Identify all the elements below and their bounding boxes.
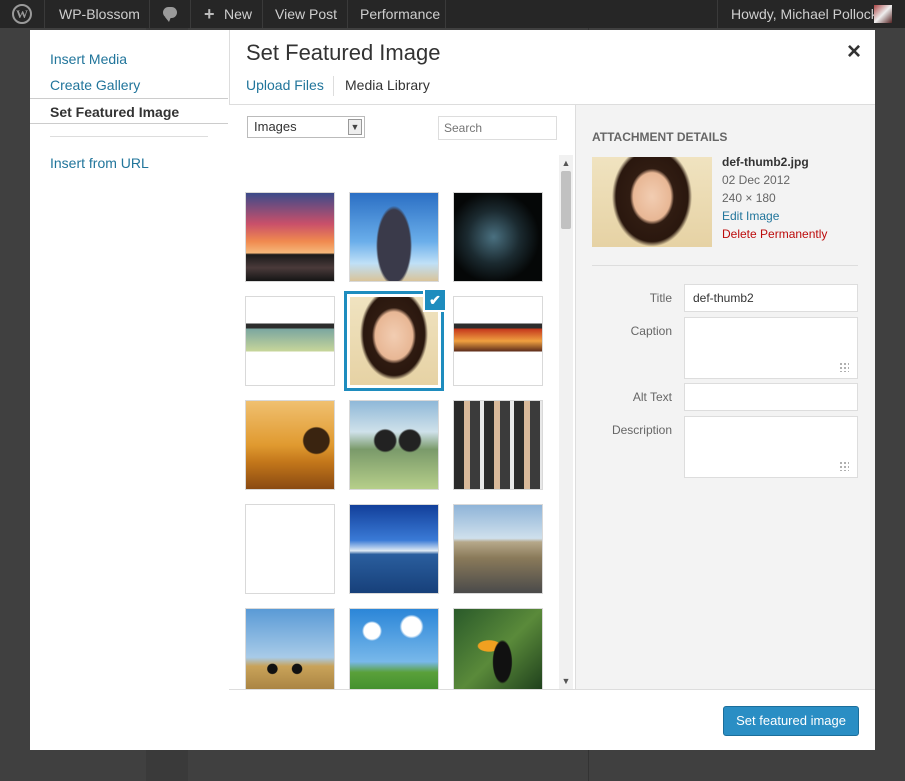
resize-grip-icon[interactable]	[839, 461, 849, 471]
media-menu: Insert Media Create Gallery Set Featured…	[30, 30, 230, 750]
description-field[interactable]	[684, 416, 858, 478]
attachments-scrollbar[interactable]: ▲ ▼	[559, 155, 573, 689]
scroll-thumb[interactable]	[561, 171, 571, 229]
plus-icon: +	[204, 4, 215, 24]
attachment-dimensions: 240 × 180	[722, 191, 776, 205]
admin-bar-new[interactable]: New	[224, 0, 252, 28]
resize-grip-icon[interactable]	[839, 362, 849, 372]
search-input[interactable]	[438, 116, 557, 140]
admin-bar-greeting[interactable]: Howdy, Michael Pollock	[731, 0, 878, 28]
caption-field[interactable]	[684, 317, 858, 379]
attachment-details-sidebar: ATTACHMENT DETAILS def-thumb2.jpg 02 Dec…	[575, 105, 875, 689]
tab-upload-files[interactable]: Upload Files	[246, 77, 324, 93]
admin-bar-separator	[347, 0, 348, 28]
media-toolbar: Set featured image	[229, 689, 875, 750]
binoculars-thumbnail[interactable]	[350, 401, 438, 489]
media-frame-content: Set Featured Image × Upload Files Media …	[229, 30, 875, 750]
page-title: Set Featured Image	[246, 40, 441, 65]
attachment-details-heading: ATTACHMENT DETAILS	[592, 130, 728, 144]
menu-item-insert-media[interactable]: Insert Media	[50, 51, 127, 67]
menu-item-create-gallery[interactable]: Create Gallery	[50, 77, 140, 93]
admin-bar-separator	[262, 0, 263, 28]
admin-bar-separator	[44, 0, 45, 28]
desert-road-thumbnail[interactable]	[454, 505, 542, 593]
scroll-down-icon[interactable]: ▼	[559, 675, 573, 687]
tab-separator	[333, 76, 334, 96]
scroll-up-icon[interactable]: ▲	[559, 157, 573, 169]
media-filter-select[interactable]: Images ▼	[247, 116, 365, 138]
title-field[interactable]	[684, 284, 858, 312]
grass-sky-thumbnail[interactable]	[350, 609, 438, 689]
media-modal: Insert Media Create Gallery Set Featured…	[30, 30, 875, 750]
attachment-date: 02 Dec 2012	[722, 173, 791, 187]
attachment-preview-image	[592, 157, 712, 247]
attachments-browser: Images ▼ ▲ ▼ ✔	[229, 105, 575, 689]
menu-item-set-featured-image[interactable]: Set Featured Image	[30, 98, 228, 124]
menu-separator	[50, 136, 208, 137]
ocean-sky-thumbnail[interactable]	[350, 505, 438, 593]
close-icon[interactable]: ×	[847, 40, 861, 64]
edit-image-link[interactable]: Edit Image	[722, 209, 779, 223]
tab-media-library[interactable]: Media Library	[345, 77, 430, 93]
wordpress-logo-icon[interactable]: W	[12, 4, 32, 24]
smiling-woman-thumbnail[interactable]: ✔	[350, 288, 447, 385]
admin-bar: W WP-Blossom + New View Post Performance…	[0, 0, 905, 28]
admin-bar-separator	[717, 0, 718, 28]
chevron-down-icon: ▼	[348, 119, 362, 135]
dark-splatter-thumbnail[interactable]	[454, 193, 542, 281]
comments-icon[interactable]	[163, 7, 177, 22]
alt-text-field[interactable]	[684, 383, 858, 411]
woman-arms-raised-thumbnail[interactable]	[350, 193, 438, 281]
admin-bar-separator	[149, 0, 150, 28]
description-label: Description	[611, 423, 672, 437]
attachment-filename: def-thumb2.jpg	[722, 155, 809, 169]
tree-sunset-thumbnail[interactable]	[246, 401, 334, 489]
toucan-thumbnail[interactable]	[454, 609, 542, 689]
admin-bar-separator	[190, 0, 191, 28]
website-screenshot-thumbnail[interactable]	[246, 297, 334, 385]
sunset-lake-thumbnail[interactable]	[246, 193, 334, 281]
user-avatar[interactable]	[874, 5, 892, 23]
alt-text-label: Alt Text	[632, 390, 672, 404]
media-filter-value: Images	[254, 119, 297, 134]
admin-bar-separator	[445, 0, 446, 28]
website-screenshot-thumbnail[interactable]	[454, 297, 542, 385]
admin-bar-view-post[interactable]: View Post	[275, 0, 337, 28]
checkmark-icon[interactable]: ✔	[423, 288, 447, 312]
title-label: Title	[649, 291, 672, 305]
set-featured-image-button[interactable]: Set featured image	[723, 706, 859, 736]
caption-label: Caption	[630, 324, 672, 338]
business-team-thumbnail[interactable]	[454, 401, 542, 489]
cyclist-thumbnail[interactable]	[246, 609, 334, 689]
field-sunset-thumbnail[interactable]	[246, 505, 334, 593]
menu-item-insert-from-url[interactable]: Insert from URL	[50, 155, 149, 171]
admin-bar-site-name[interactable]: WP-Blossom	[59, 0, 140, 28]
delete-permanently-link[interactable]: Delete Permanently	[722, 227, 827, 241]
details-separator	[592, 265, 858, 266]
admin-bar-performance[interactable]: Performance	[360, 0, 440, 28]
